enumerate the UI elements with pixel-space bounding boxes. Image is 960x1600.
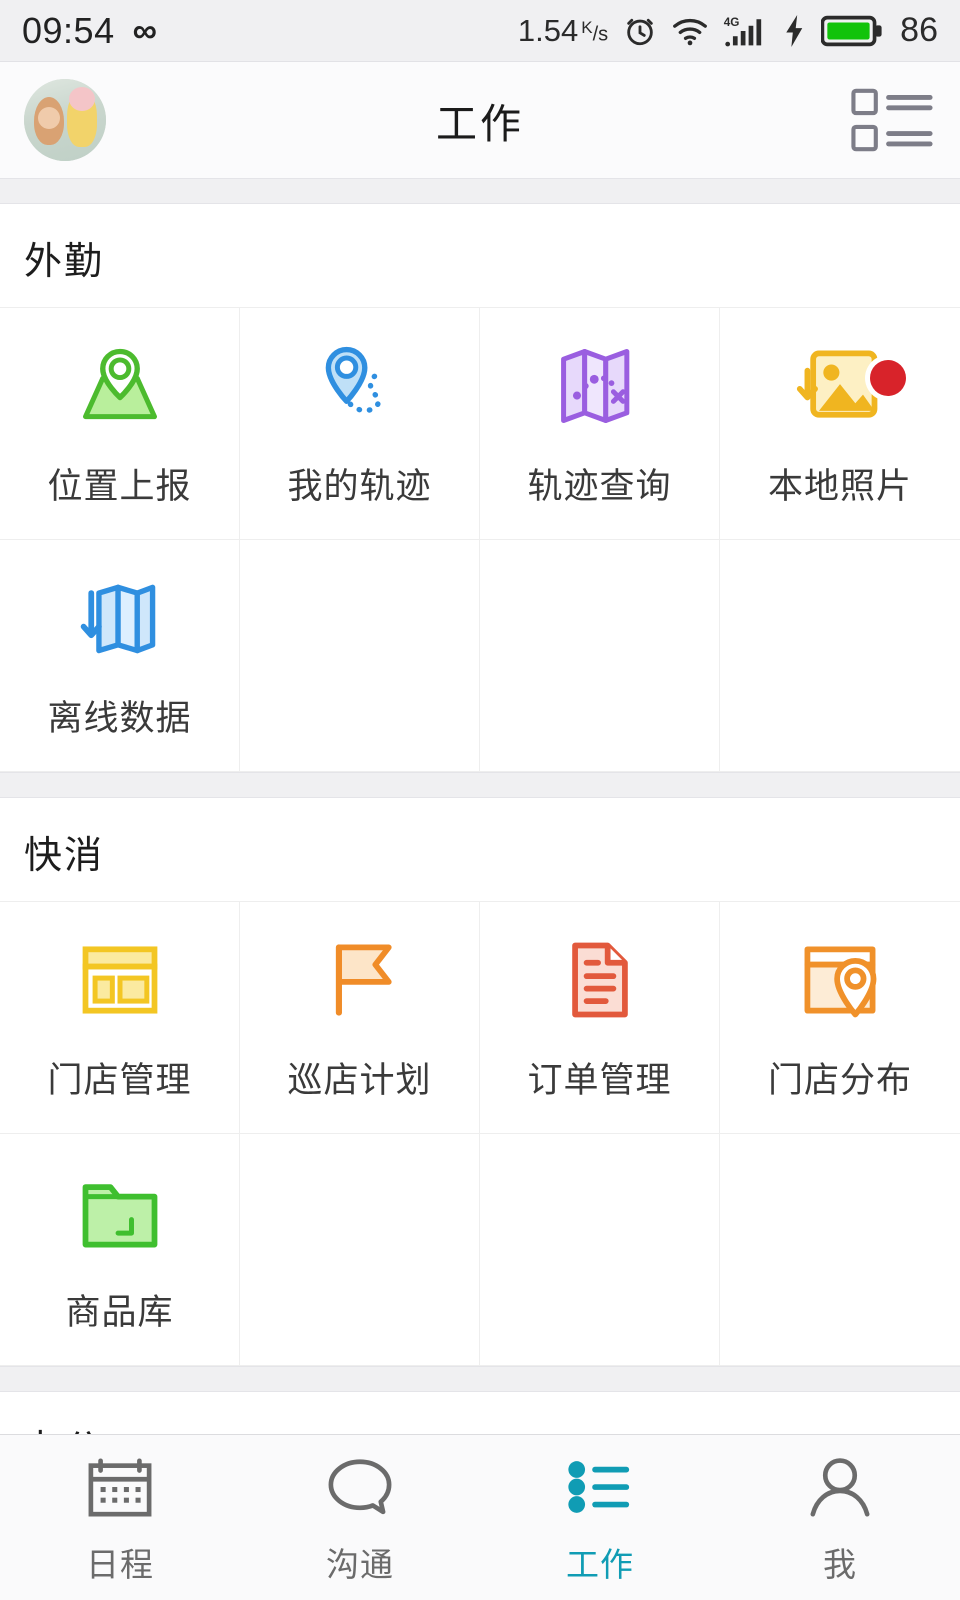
app-tile-label: 门店管理 — [47, 1061, 192, 1100]
notification-badge — [870, 360, 906, 396]
app-tile-empty — [720, 1134, 960, 1366]
section-fmcg: 快消 门店管理 巡店计划 订单管理 门店分布 商品库 — [0, 798, 960, 1366]
app-tile-product-library[interactable]: 商品库 — [0, 1134, 240, 1366]
location-pin-map-icon — [82, 348, 157, 420]
status-bar-left: 09:54 ∞ — [22, 10, 157, 52]
icon-container — [803, 1450, 877, 1524]
status-bar: 09:54 ∞ 1.54 K/s 4G 86 — [0, 0, 960, 62]
document-lines-icon — [571, 942, 628, 1018]
app-tile-label: 位置上报 — [47, 467, 192, 506]
icon-container — [72, 338, 168, 434]
calendar-icon — [88, 1457, 152, 1517]
battery-icon — [821, 15, 882, 46]
signal-bars-icon: 4G — [724, 15, 762, 46]
icon-container — [552, 338, 648, 434]
icon-container — [552, 932, 648, 1028]
network-speed-value: 1.54 — [517, 12, 579, 48]
app-tile-store-management[interactable]: 门店管理 — [0, 902, 240, 1134]
section-divider — [0, 178, 960, 204]
app-tile-label: 商品库 — [65, 1293, 174, 1332]
speed-unit-denominator: s — [598, 23, 609, 46]
bottom-tab-bar: 日程 沟通 工作 我 — [0, 1434, 960, 1600]
wifi-icon — [673, 18, 708, 45]
avatar-toy-left — [34, 97, 64, 145]
app-tile-label: 我的轨迹 — [287, 467, 432, 506]
status-time: 09:54 — [22, 9, 115, 51]
icon-container — [72, 932, 168, 1028]
tab-communication[interactable]: 沟通 — [240, 1435, 480, 1600]
tab-label: 沟通 — [326, 1545, 394, 1583]
app-tile-empty — [480, 540, 720, 772]
list-view-button[interactable] — [850, 85, 936, 155]
app-tile-empty — [480, 1134, 720, 1366]
store-location-card-icon — [804, 946, 877, 1018]
status-bar-right: 1.54 K/s 4G 86 — [518, 11, 938, 50]
pin-track-path-icon — [325, 346, 383, 414]
speech-bubble-icon — [328, 1458, 392, 1514]
list-bullets-icon — [568, 1460, 630, 1513]
lightning-bolt-icon — [786, 14, 803, 47]
alarm-clock-icon — [627, 18, 653, 45]
section-grid: 门店管理 巡店计划 订单管理 门店分布 商品库 — [0, 901, 960, 1366]
tab-label: 我 — [823, 1545, 857, 1583]
section-title: 外勤 — [24, 241, 105, 283]
folder-icon — [82, 1184, 157, 1248]
app-tile-local-photos[interactable]: 本地照片 — [720, 308, 960, 540]
app-tile-store-distribution[interactable]: 门店分布 — [720, 902, 960, 1134]
speed-unit-numerator: K — [581, 17, 593, 37]
list-view-icon — [851, 88, 933, 152]
icon-container — [792, 932, 888, 1028]
app-tile-label: 本地照片 — [767, 467, 912, 506]
app-header: 工作 — [0, 62, 960, 178]
icon-container — [83, 1450, 157, 1524]
section-field-work: 外勤 位置上报 我的轨迹 轨迹查询 本地照片 离线数据 — [0, 204, 960, 772]
app-tile-empty — [720, 540, 960, 772]
storefront-icon — [82, 946, 157, 1014]
section-title: 快消 — [24, 835, 105, 877]
app-tile-empty — [240, 1134, 480, 1366]
app-tile-offline-data[interactable]: 离线数据 — [0, 540, 240, 772]
icon-container — [72, 1164, 168, 1260]
app-tile-label: 订单管理 — [527, 1061, 672, 1100]
icon-container — [563, 1450, 637, 1524]
app-tile-label: 离线数据 — [47, 699, 192, 738]
section-office: 办公 — [0, 1392, 960, 1434]
folded-map-route-icon — [560, 349, 629, 423]
offline-map-download-icon — [80, 584, 155, 654]
avatar-toy-right — [67, 87, 97, 147]
content-scroll-area[interactable]: 外勤 位置上报 我的轨迹 轨迹查询 本地照片 离线数据 快消 门店管理 巡店计划… — [0, 178, 960, 1434]
icon-container — [72, 570, 168, 666]
flag-icon — [335, 944, 392, 1016]
app-tile-my-track[interactable]: 我的轨迹 — [240, 308, 480, 540]
icon-container — [312, 932, 408, 1028]
section-divider — [0, 1366, 960, 1392]
app-tile-location-report[interactable]: 位置上报 — [0, 308, 240, 540]
phone-screen: 09:54 ∞ 1.54 K/s 4G 86 工作 外勤 位置上报 我的轨迹 轨… — [0, 0, 960, 1600]
section-grid: 位置上报 我的轨迹 轨迹查询 本地照片 离线数据 — [0, 307, 960, 772]
app-tile-track-query[interactable]: 轨迹查询 — [480, 308, 720, 540]
network-speed-unit: K/s — [581, 17, 609, 46]
tab-label: 日程 — [86, 1545, 154, 1583]
network-type-label: 4G — [724, 15, 740, 28]
app-tile-order-management[interactable]: 订单管理 — [480, 902, 720, 1134]
infinity-icon: ∞ — [132, 11, 157, 50]
app-tile-label: 轨迹查询 — [527, 467, 672, 506]
app-tile-label: 门店分布 — [767, 1061, 912, 1100]
tab-label: 工作 — [566, 1545, 634, 1583]
network-speed: 1.54 K/s — [518, 13, 608, 49]
tab-me[interactable]: 我 — [720, 1435, 960, 1600]
app-tile-empty — [240, 540, 480, 772]
app-tile-store-visit-plan[interactable]: 巡店计划 — [240, 902, 480, 1134]
person-icon — [810, 1457, 870, 1517]
page-title: 工作 — [436, 101, 524, 147]
tab-schedule[interactable]: 日程 — [0, 1435, 240, 1600]
section-title: 办公 — [0, 1392, 960, 1434]
battery-level: 86 — [900, 11, 938, 49]
section-divider — [0, 772, 960, 798]
app-tile-label: 巡店计划 — [287, 1061, 432, 1100]
icon-container — [323, 1450, 397, 1524]
user-avatar[interactable] — [24, 79, 106, 161]
icon-container — [312, 338, 408, 434]
tab-work[interactable]: 工作 — [480, 1435, 720, 1600]
